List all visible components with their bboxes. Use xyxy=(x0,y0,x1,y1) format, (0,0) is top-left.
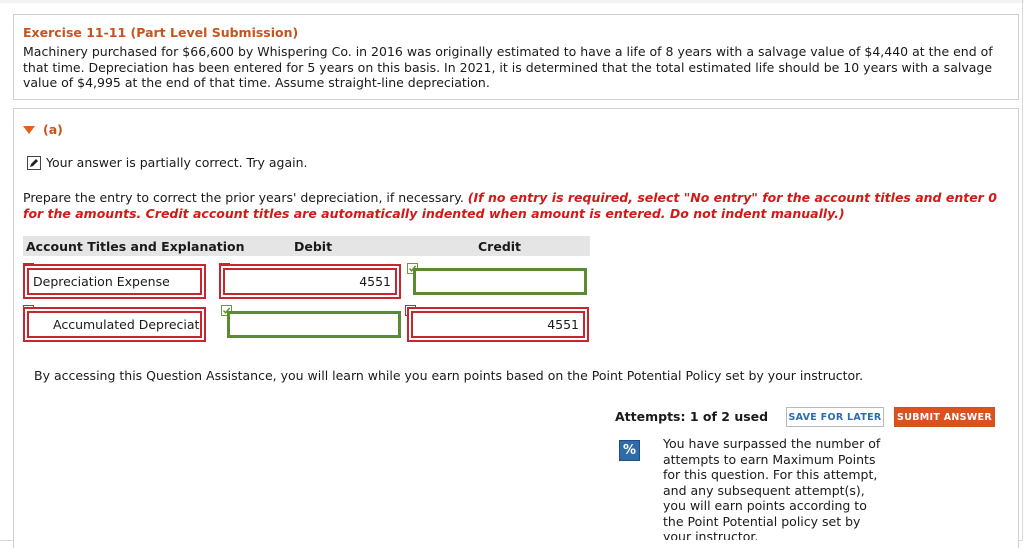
caret-down-icon xyxy=(23,125,35,134)
instruction-plain: Prepare the entry to correct the prior y… xyxy=(23,190,468,205)
footer-strip xyxy=(0,546,1024,552)
journal-table-header: Account Titles and Explanation Debit Cre… xyxy=(23,236,590,256)
attempts-counter: Attempts: 1 of 2 used xyxy=(615,409,769,424)
header-debit: Debit xyxy=(294,239,333,254)
pencil-icon xyxy=(27,155,41,170)
debit-field-1[interactable]: 4551 xyxy=(223,268,397,295)
problem-text: Machinery purchased for $66,600 by Whisp… xyxy=(23,44,993,90)
problem-statement-box: Exercise 11-11 (Part Level Submission) M… xyxy=(13,14,1019,100)
percent-icon: % xyxy=(619,440,640,461)
exercise-title: Exercise 11-11 (Part Level Submission) xyxy=(23,25,299,40)
credit-field-1[interactable] xyxy=(413,268,587,295)
status-text: Your answer is partially correct. Try ag… xyxy=(46,155,308,170)
header-account: Account Titles and Explanation xyxy=(26,239,245,254)
question-assistance-text: By accessing this Question Assistance, y… xyxy=(34,368,864,383)
account-title-field-2[interactable]: Accumulated Depreciati xyxy=(27,311,202,338)
debit-field-2[interactable] xyxy=(227,311,401,338)
credit-field-2[interactable]: 4551 xyxy=(411,311,585,338)
submit-answer-button[interactable]: SUBMIT ANSWER xyxy=(894,407,995,427)
instruction-text: Prepare the entry to correct the prior y… xyxy=(23,190,1008,221)
point-policy-text: You have surpassed the number of attempt… xyxy=(663,436,881,540)
header-credit: Credit xyxy=(478,239,522,254)
save-for-later-button[interactable]: SAVE FOR LATER xyxy=(786,407,884,427)
part-label: (a) xyxy=(43,122,63,137)
answer-status: Your answer is partially correct. Try ag… xyxy=(27,155,307,170)
account-title-field-1[interactable]: Depreciation Expense xyxy=(27,268,202,295)
part-a-toggle[interactable]: (a) xyxy=(23,122,63,137)
